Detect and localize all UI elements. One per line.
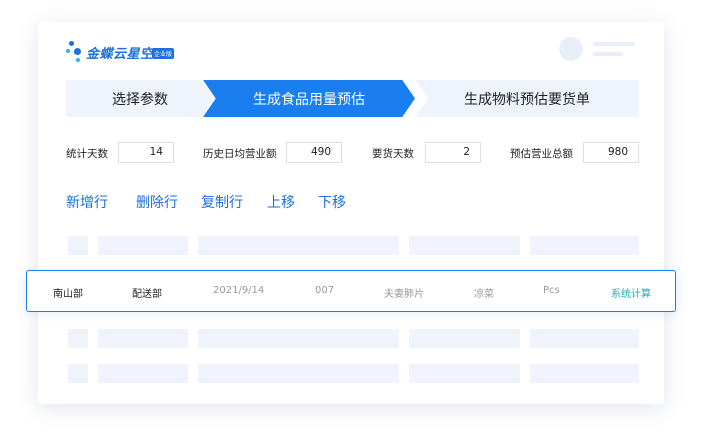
avatar[interactable] [559,37,583,61]
stat-days-input[interactable]: 14 [118,142,174,163]
step-label: 生成食品用量预估 [253,91,365,108]
user-menu-placeholder [593,52,623,56]
cell-category: 凉菜 [474,289,494,300]
cell-source: 系统计算 [611,289,651,300]
step-label: 选择参数 [112,91,168,108]
order-days-input[interactable]: 2 [425,142,481,163]
cell-unit: Pcs [543,285,560,296]
brand-name: 金蝶云星空 [86,47,154,62]
avg-revenue-input[interactable]: 490 [286,142,342,163]
cell-item-name: 夫妻肺片 [384,289,424,300]
param-label-total-revenue: 预估营业总额 [510,148,573,160]
brand-badge: 企业版 [152,48,175,59]
logo-dots-icon [66,38,86,66]
add-row-button[interactable]: 新增行 [66,192,108,212]
table-row-selected[interactable] [26,270,676,312]
brand-logo: 金蝶云星空 企业版 [66,38,181,66]
cell-department: 配送部 [132,289,162,300]
step-label: 生成物料预估要货单 [464,91,590,108]
step-generate-food-estimate[interactable]: 生成食品用量预估 [203,80,415,117]
param-label-order-days: 要货天数 [372,148,414,160]
cell-date: 2021/9/14 [213,285,265,296]
step-select-params[interactable]: 选择参数 [66,80,214,117]
user-menu-placeholder [593,42,635,46]
move-up-button[interactable]: 上移 [267,192,295,212]
total-revenue-input[interactable]: 980 [583,142,639,163]
param-label-stat-days: 统计天数 [66,148,108,160]
move-down-button[interactable]: 下移 [318,192,346,212]
step-generate-order[interactable]: 生成物料预估要货单 [415,80,639,117]
cell-store: 南山部 [53,289,83,300]
copy-row-button[interactable]: 复制行 [201,192,243,212]
cell-code: 007 [315,285,335,296]
delete-row-button[interactable]: 删除行 [136,192,178,212]
param-label-avg-revenue: 历史日均营业额 [203,148,277,160]
